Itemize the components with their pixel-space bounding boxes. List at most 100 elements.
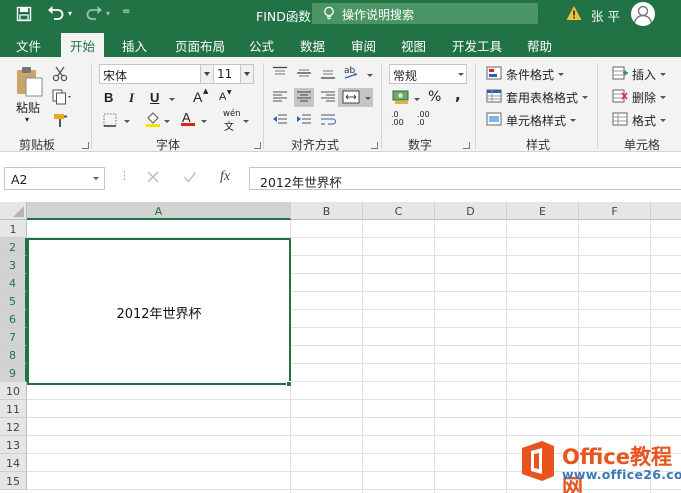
copy-icon[interactable]	[52, 89, 74, 108]
orientation-dropdown-icon[interactable]	[367, 74, 373, 77]
cut-icon[interactable]	[52, 66, 68, 85]
font-color-dropdown-icon[interactable]	[201, 120, 207, 123]
align-top-icon[interactable]	[272, 66, 288, 83]
paste-dropdown-icon[interactable]: ▾	[25, 115, 29, 124]
format-painter-icon[interactable]	[53, 112, 69, 131]
warning-icon[interactable]	[566, 5, 582, 21]
select-all-corner[interactable]	[0, 202, 27, 220]
cell-styles-dropdown-icon[interactable]	[570, 119, 576, 122]
row-header-4[interactable]: 4	[0, 274, 27, 292]
redo-dropdown-icon[interactable]: ▾	[106, 9, 110, 18]
wrap-text-icon[interactable]	[320, 113, 336, 130]
undo-icon[interactable]	[47, 5, 65, 25]
number-format-dropdown-icon[interactable]	[458, 73, 464, 76]
row-header-5[interactable]: 5	[0, 292, 27, 310]
font-size-dropdown-icon[interactable]	[240, 65, 253, 83]
insert-function-icon[interactable]: fx	[220, 169, 230, 185]
format-cells-icon[interactable]	[612, 112, 628, 129]
merged-cell-a2-a9[interactable]: 2012年世界杯	[27, 238, 291, 385]
tab-formulas[interactable]: 公式	[249, 36, 274, 55]
cell-styles-button[interactable]: 单元格样式	[506, 112, 566, 129]
font-size-combo[interactable]: 11	[213, 64, 254, 84]
format-table-button[interactable]: 套用表格格式	[506, 89, 578, 106]
row-header-11[interactable]: 11	[0, 400, 27, 418]
tab-developer[interactable]: 开发工具	[452, 36, 502, 55]
paste-icon[interactable]	[14, 66, 44, 101]
row-header-13[interactable]: 13	[0, 436, 27, 454]
orientation-icon[interactable]: ab	[343, 63, 365, 84]
formula-bar-grip-icon[interactable]: ⋮	[119, 169, 130, 182]
percent-button[interactable]: %	[428, 89, 441, 105]
row-header-7[interactable]: 7	[0, 328, 27, 346]
format-cells-dropdown-icon[interactable]	[660, 119, 666, 122]
italic-button[interactable]: I	[129, 90, 134, 106]
customize-toolbar-icon[interactable]: =	[122, 6, 130, 17]
font-name-combo[interactable]: 宋体	[99, 64, 214, 84]
paste-button[interactable]: 粘贴	[16, 99, 40, 116]
row-header-10[interactable]: 10	[0, 382, 27, 400]
column-header-b[interactable]: B	[291, 202, 363, 220]
row-header-15[interactable]: 15	[0, 472, 27, 490]
column-header-g[interactable]	[651, 202, 681, 220]
avatar[interactable]	[631, 2, 655, 26]
insert-cells-button[interactable]: 插入	[632, 66, 656, 83]
row-header-6[interactable]: 6	[0, 310, 27, 328]
align-bottom-icon[interactable]	[320, 66, 336, 83]
format-table-dropdown-icon[interactable]	[582, 96, 588, 99]
column-header-f[interactable]: F	[579, 202, 651, 220]
name-box-dropdown-icon[interactable]	[93, 177, 99, 180]
alignment-dialog-launcher[interactable]	[371, 142, 378, 149]
conditional-format-dropdown-icon[interactable]	[558, 73, 564, 76]
tab-home[interactable]: 开始	[61, 33, 105, 57]
cancel-entry-icon[interactable]	[146, 170, 160, 187]
comma-button[interactable]: ,	[455, 86, 461, 104]
undo-dropdown-icon[interactable]: ▾	[68, 9, 72, 18]
row-header-12[interactable]: 12	[0, 418, 27, 436]
font-color-icon[interactable]: A	[180, 110, 196, 130]
format-cells-button[interactable]: 格式	[632, 112, 656, 129]
increase-indent-icon[interactable]	[296, 113, 312, 130]
column-header-e[interactable]: E	[507, 202, 579, 220]
clipboard-dialog-launcher[interactable]	[82, 142, 89, 149]
merge-center-dropdown-icon[interactable]	[365, 97, 371, 100]
underline-dropdown-icon[interactable]	[169, 98, 175, 101]
conditional-format-icon[interactable]	[486, 66, 502, 83]
fill-color-icon[interactable]	[145, 111, 161, 130]
row-header-9[interactable]: 9	[0, 364, 27, 382]
currency-icon[interactable]	[392, 89, 410, 108]
confirm-entry-icon[interactable]	[183, 170, 197, 187]
format-table-icon[interactable]	[486, 89, 502, 106]
column-header-c[interactable]: C	[363, 202, 435, 220]
delete-cells-dropdown-icon[interactable]	[660, 96, 666, 99]
conditional-format-button[interactable]: 条件格式	[506, 66, 554, 83]
save-icon[interactable]	[16, 6, 32, 26]
row-header-1[interactable]: 1	[0, 220, 27, 238]
align-center-icon[interactable]	[296, 90, 312, 107]
tab-help[interactable]: 帮助	[527, 36, 552, 55]
tab-insert[interactable]: 插入	[122, 36, 147, 55]
row-header-2[interactable]: 2	[0, 238, 27, 256]
column-header-d[interactable]: D	[435, 202, 507, 220]
increase-decimal-button[interactable]: .0 .00	[391, 111, 404, 127]
decrease-indent-icon[interactable]	[272, 113, 288, 130]
column-header-a[interactable]: A	[27, 202, 291, 220]
tab-file[interactable]: 文件	[16, 36, 41, 55]
borders-icon[interactable]	[103, 113, 117, 130]
shrink-font-button[interactable]: A	[219, 91, 226, 103]
row-header-8[interactable]: 8	[0, 346, 27, 364]
delete-cells-icon[interactable]	[612, 89, 628, 106]
align-middle-icon[interactable]	[296, 66, 312, 83]
font-dialog-launcher[interactable]	[254, 142, 261, 149]
grow-font-button[interactable]: A	[193, 89, 202, 105]
currency-dropdown-icon[interactable]	[414, 98, 420, 101]
font-name-dropdown-icon[interactable]	[200, 65, 213, 83]
search-box[interactable]: 操作说明搜索	[312, 3, 538, 24]
name-box[interactable]: A2	[4, 167, 105, 190]
user-name[interactable]: 张平	[591, 6, 624, 25]
align-right-icon[interactable]	[320, 90, 336, 107]
decrease-decimal-button[interactable]: .00 .0	[417, 111, 430, 127]
insert-cells-dropdown-icon[interactable]	[660, 73, 666, 76]
align-left-icon[interactable]	[272, 90, 288, 107]
tab-view[interactable]: 视图	[401, 36, 426, 55]
underline-button[interactable]: U	[150, 90, 159, 105]
